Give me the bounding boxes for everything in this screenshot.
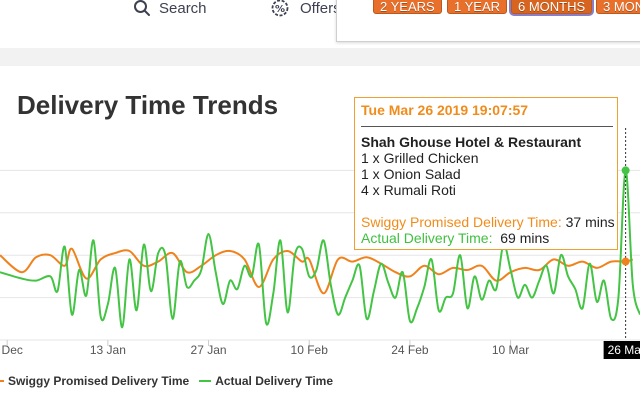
x-tick-label: 24 Feb bbox=[391, 343, 429, 357]
legend-label-actual: Actual Delivery Time bbox=[215, 374, 334, 388]
crosshair-label: 26 Ma bbox=[608, 343, 640, 357]
x-tick-label: 10 Mar bbox=[492, 343, 529, 357]
legend-item-promised[interactable]: Swiggy Promised Delivery Time bbox=[0, 374, 189, 388]
legend-item-actual[interactable]: Actual Delivery Time bbox=[199, 374, 333, 388]
tooltip-item: 1 x Onion Salad bbox=[361, 166, 461, 182]
tooltip-date: Tue Mar 26 2019 19:07:57 bbox=[361, 102, 529, 118]
tooltip-spacer bbox=[361, 198, 615, 214]
hover-point-promised bbox=[621, 257, 630, 266]
x-tick-label: 0 Dec bbox=[0, 343, 23, 357]
legend-swatch-actual bbox=[199, 380, 212, 382]
x-tick-label: 13 Jan bbox=[90, 343, 126, 357]
tooltip-restaurant: Shah Ghouse Hotel & Restaurant bbox=[361, 134, 582, 150]
x-axis-ticks: 0 Dec13 Jan27 Jan10 Feb24 Feb10 Mar24 bbox=[0, 340, 618, 357]
tooltip-item: 1 x Grilled Chicken bbox=[361, 150, 479, 166]
tooltip-actual-row: Actual Delivery Time: 69 mins bbox=[361, 230, 615, 246]
tooltip-actual-value: 69 mins bbox=[500, 230, 550, 246]
tooltip-item: 4 x Rumali Roti bbox=[361, 182, 456, 198]
tooltip-promised-value: 37 mins bbox=[565, 214, 615, 230]
tooltip-divider bbox=[361, 126, 613, 127]
legend-swatch-promised bbox=[0, 380, 4, 382]
hover-point-actual bbox=[621, 166, 630, 175]
legend-label-promised: Swiggy Promised Delivery Time bbox=[8, 374, 190, 388]
chart-legend: Swiggy Promised Delivery Time Actual Del… bbox=[0, 374, 343, 388]
x-tick-label: 27 Jan bbox=[191, 343, 227, 357]
tooltip-promised-row: Swiggy Promised Delivery Time: 37 mins bbox=[361, 214, 615, 230]
x-tick-label: 10 Feb bbox=[291, 343, 329, 357]
tooltip-promised-label: Swiggy Promised Delivery Time: bbox=[361, 214, 562, 230]
order-tooltip: Tue Mar 26 2019 19:07:57 Shah Ghouse Hot… bbox=[354, 97, 618, 250]
tooltip-actual-label: Actual Delivery Time: bbox=[361, 230, 493, 246]
